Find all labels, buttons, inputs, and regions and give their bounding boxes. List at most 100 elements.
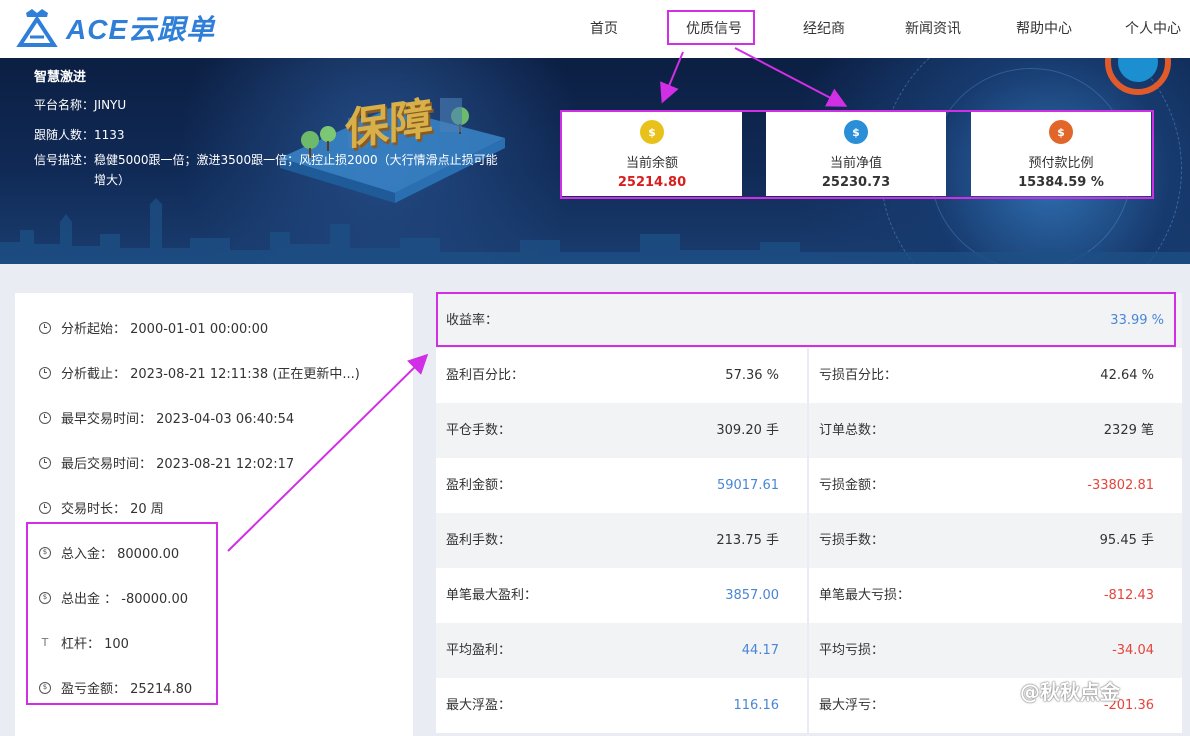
total-withdraw-text: 总出金 ： -80000.00 [61,592,188,607]
signal-name: 智慧激进 [34,70,87,85]
moneybag-icon: $ [640,120,664,144]
analysis-info-panel: 分析起始： 2000-01-01 00:00:00 分析截止： 2023-08-… [15,293,413,736]
first-trade-row: 最早交易时间： 2023-04-03 06:40:54 [39,408,294,427]
watermark: @秋秋点金 [1020,680,1120,704]
stat-label: 单笔最大亏损： [819,588,911,603]
stat-row: 盈利金额： 59017.61 亏损金额： -33802.81 [436,458,1182,513]
yield-value: 33.99 % [1110,313,1164,328]
analysis-end-row: 分析截止： 2023-08-21 12:11:38 (正在更新中...) [39,363,360,382]
column-divider [807,458,809,513]
card-label: 预付款比例 [1028,156,1094,171]
stat-label: 亏损手数： [819,533,885,548]
clock-icon [39,456,51,469]
yield-label: 收益率： [446,313,499,328]
total-deposit-text: 总入金： 80000.00 [61,547,180,562]
card-value: 15384.59 % [1018,175,1104,190]
column-divider [807,513,809,568]
stat-label: 亏损百分比： [819,368,898,383]
clock-icon [39,321,51,334]
nav-user-center[interactable]: 个人中心 [1125,18,1181,38]
logo[interactable]: ACE云跟单 [16,4,215,52]
margin-ratio-card: $ 预付款比例 15384.59 % [971,112,1151,196]
statistics-panel: 收益率： 33.99 % 盈利百分比： 57.36 % 亏损百分比： 42.64 % 平… [436,293,1182,736]
stat-value: 116.16 [733,698,780,713]
current-balance-card: $ 当前余额 25214.80 [562,112,742,196]
first-trade-text: 最早交易时间： 2023-04-03 06:40:54 [61,412,295,427]
card-value: 25214.80 [617,175,687,190]
stat-value: 213.75 手 [716,533,779,548]
stat-value: 59017.61 [716,478,779,493]
follower-count: 跟随人数：1133 [34,128,125,142]
column-divider [807,348,809,403]
nav-home[interactable]: 首页 [590,18,618,38]
coin-icon: $ [39,591,51,604]
platform-name: 平台名称：JINYU [34,98,127,112]
stat-row: 盈利百分比： 57.36 % 亏损百分比： 42.64 % [436,348,1182,403]
stat-value: -34.04 [1112,643,1154,658]
stat-label: 最大浮盈： [446,698,512,713]
column-divider [807,678,809,733]
analysis-start-text: 分析起始： 2000-01-01 00:00:00 [61,322,269,337]
signal-description: 信号描述：稳健5000跟一倍；激进3500跟一倍；风控止损2000（大行情滑点止… [34,153,498,167]
clock-icon [39,501,51,514]
nav-news[interactable]: 新闻资讯 [905,18,961,38]
brand-name: ACE云跟单 [66,14,216,45]
stat-label: 平仓手数： [446,423,512,438]
stat-label: 平均亏损： [819,643,885,658]
stat-label: 订单总数： [819,423,885,438]
column-divider [807,623,809,678]
stat-value: 44.17 [741,643,779,658]
lever-icon: T [41,636,49,649]
nav-quality-signals[interactable]: 优质信号 [686,18,742,38]
moneybag-icon: $ [1049,120,1073,144]
current-equity-card: $ 当前净值 25230.73 [766,112,946,196]
pnl-amount-text: 盈亏金额： 25214.80 [61,682,193,697]
leverage-row: T 杠杆： 100 [39,633,129,652]
signal-description-cont: 增大） [94,173,131,187]
stat-value: -33802.81 [1087,478,1154,493]
leverage-text: 杠杆： 100 [61,637,129,652]
total-deposit-row: $ 总入金： 80000.00 [39,543,179,562]
coin-icon: $ [39,546,51,559]
stat-value: 2329 笔 [1103,423,1154,438]
nav-help[interactable]: 帮助中心 [1016,18,1072,38]
stat-label: 最大浮亏： [819,698,885,713]
column-divider [807,403,809,458]
yield-row: 收益率： 33.99 % [436,293,1182,348]
total-withdraw-row: $ 总出金 ： -80000.00 [39,588,188,607]
clock-icon [39,366,51,379]
city-skyline [0,198,1190,264]
stat-label: 盈利金额： [446,478,512,493]
nav-brokers[interactable]: 经纪商 [803,18,845,38]
top-nav: ACE云跟单 首页 优质信号 经纪商 新闻资讯 帮助中心 个人中心 [0,0,1190,58]
stat-value: 42.64 % [1100,368,1154,383]
stat-value: 57.36 % [725,368,779,383]
stat-row: 平仓手数： 309.20 手 订单总数： 2329 笔 [436,403,1182,458]
analysis-end-text: 分析截止： 2023-08-21 12:11:38 (正在更新中...) [61,367,360,382]
trade-duration-text: 交易时长： 20 周 [61,502,164,517]
stat-row: 单笔最大盈利： 3857.00 单笔最大亏损： -812.43 [436,568,1182,623]
shield-badge-icon [1105,58,1171,95]
stat-label: 盈利百分比： [446,368,525,383]
stat-value: -812.43 [1103,588,1154,603]
stat-label: 平均盈利： [446,643,512,658]
stat-value: 3857.00 [725,588,779,603]
stat-value: 309.20 手 [716,423,779,438]
coin-icon: $ [39,681,51,694]
logo-icon [16,9,58,47]
stat-row: 平均盈利： 44.17 平均亏损： -34.04 [436,623,1182,678]
banner-word: 保障 [345,92,433,157]
moneybag-icon: $ [844,120,868,144]
pnl-amount-row: $ 盈亏金额： 25214.80 [39,678,192,697]
stat-value: 95.45 手 [1099,533,1154,548]
stat-row: 盈利手数： 213.75 手 亏损手数： 95.45 手 [436,513,1182,568]
card-label: 当前余额 [625,156,678,171]
clock-icon [39,411,51,424]
stat-label: 单笔最大盈利： [446,588,538,603]
card-value: 25230.73 [821,175,891,190]
trade-duration-row: 交易时长： 20 周 [39,498,164,517]
card-label: 当前净值 [829,156,882,171]
last-trade-text: 最后交易时间： 2023-08-21 12:02:17 [61,457,295,472]
column-divider [807,568,809,623]
analysis-start-row: 分析起始： 2000-01-01 00:00:00 [39,318,268,337]
